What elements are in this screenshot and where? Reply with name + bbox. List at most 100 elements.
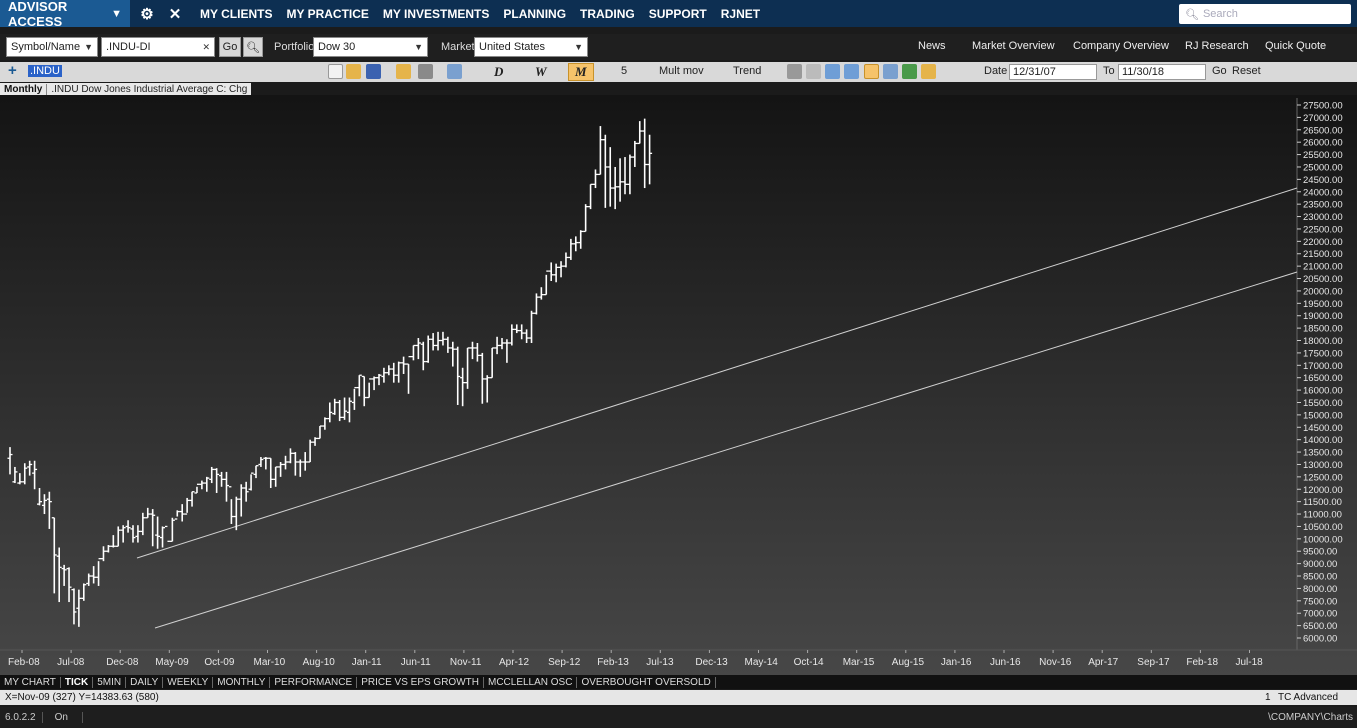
lookup-button[interactable]: 🔍︎ — [243, 37, 263, 57]
chart-area[interactable]: 6000.00 6500.00 7000.00 7500.00 8000.00 8500.… — [0, 95, 1357, 675]
trend-button[interactable]: Trend — [733, 65, 761, 77]
tab-daily[interactable]: DAILY — [126, 676, 164, 688]
symbol-input[interactable]: .INDU-DI ✕ — [101, 37, 215, 57]
ohlc-chart[interactable]: 6000.00 6500.007000.00 7500.008000.008500.… — [0, 95, 1357, 675]
x-tick-label: Jul-18 — [1236, 657, 1264, 668]
date-to-value: 11/30/18 — [1122, 66, 1165, 78]
tab-overbought-oversold[interactable]: OVERBOUGHT OVERSOLD — [577, 676, 716, 688]
x-tick-label: Jan-16 — [941, 657, 972, 668]
link-market-overview[interactable]: Market Overview — [972, 40, 1055, 52]
close-icon[interactable]: ✕ — [164, 5, 186, 23]
link-news[interactable]: News — [918, 40, 946, 52]
x-tick-label: Mar-10 — [254, 657, 286, 668]
y-tick-label: 6000.00 — [1303, 634, 1337, 645]
tab-weekly[interactable]: WEEKLY — [163, 676, 214, 688]
tab-mcclellan[interactable]: MCCLELLAN OSC — [484, 676, 578, 688]
period-daily-button[interactable]: D — [494, 64, 503, 80]
tab-price-vs-eps[interactable]: PRICE VS EPS GROWTH — [357, 676, 484, 688]
zoom-out-icon[interactable] — [844, 64, 859, 79]
nav-planning[interactable]: PLANNING — [503, 7, 566, 21]
portfolio-select[interactable]: Dow 30 ▼ — [313, 37, 428, 57]
x-tick-label: Feb-13 — [597, 657, 629, 668]
export-icon[interactable] — [902, 64, 917, 79]
settings-icon[interactable] — [921, 64, 936, 79]
nav-rjnet[interactable]: RJNET — [721, 7, 760, 21]
nav-my-investments[interactable]: MY INVESTMENTS — [383, 7, 489, 21]
x-tick-label: Dec-08 — [106, 657, 139, 668]
date-from-input[interactable]: 12/31/07 — [1009, 64, 1097, 80]
nav-support[interactable]: SUPPORT — [649, 7, 707, 21]
period-monthly-button[interactable]: M — [568, 63, 594, 81]
x-tick-label: Sep-12 — [548, 657, 581, 668]
y-tick-label: 27500.00 — [1303, 101, 1343, 112]
add-icon[interactable]: + — [8, 62, 17, 79]
nav-my-practice[interactable]: MY PRACTICE — [286, 7, 368, 21]
y-tick-label: 15500.00 — [1303, 398, 1343, 409]
cursor-status-bar: X=Nov-09 (327) Y=14383.63 (580) 1 TC Adv… — [0, 690, 1357, 705]
y-tick-label: 18000.00 — [1303, 336, 1343, 347]
zoom-in-icon[interactable] — [825, 64, 840, 79]
chevron-down-icon: ▼ — [414, 42, 423, 52]
date-go-button[interactable]: Go — [1212, 65, 1227, 77]
print-icon[interactable] — [418, 64, 433, 79]
y-tick-label: 12000.00 — [1303, 485, 1343, 496]
period-count[interactable]: 5 — [621, 65, 627, 77]
go-button[interactable]: Go — [219, 37, 241, 57]
draw-tool-icon[interactable] — [787, 64, 802, 79]
y-tick-label: 7500.00 — [1303, 596, 1337, 607]
search-icon: 🔍︎ — [246, 41, 260, 54]
tab-performance[interactable]: PERFORMANCE — [270, 676, 358, 688]
y-tick-label: 10500.00 — [1303, 522, 1343, 533]
open-folder-icon[interactable] — [346, 64, 361, 79]
portfolio-value: Dow 30 — [318, 41, 356, 53]
bar-chart-icon[interactable] — [864, 64, 879, 79]
save-icon[interactable] — [366, 64, 381, 79]
x-tick-label: Apr-12 — [499, 657, 529, 668]
y-tick-label: 26000.00 — [1303, 138, 1343, 149]
reset-button[interactable]: Reset — [1232, 65, 1261, 77]
tab-tick[interactable]: TICK — [61, 676, 94, 688]
symbol-toolbar: Symbol/Name ▼ .INDU-DI ✕ Go 🔍︎ Portfolio… — [0, 34, 1357, 60]
tab-monthly[interactable]: MONTHLY — [213, 676, 271, 688]
chart-period-label: Monthly — [4, 83, 43, 95]
x-tick-label: Apr-17 — [1088, 657, 1118, 668]
y-tick-label: 19000.00 — [1303, 311, 1343, 322]
y-tick-label: 17000.00 — [1303, 361, 1343, 372]
to-label: To — [1103, 65, 1115, 77]
market-select[interactable]: United States ▼ — [474, 37, 588, 57]
chart-toolbar: + .INDU D W M 5 Mult mov Trend Date 12/3… — [0, 62, 1357, 82]
y-tick-label: 16500.00 — [1303, 373, 1343, 384]
y-tick-label: 20500.00 — [1303, 274, 1343, 285]
y-tick-label: 24000.00 — [1303, 187, 1343, 198]
search-input[interactable]: 🔍︎ Search — [1179, 4, 1351, 24]
y-tick-label: 8000.00 — [1303, 584, 1337, 595]
new-chart-icon[interactable] — [328, 64, 343, 79]
period-weekly-button[interactable]: W — [535, 64, 547, 80]
y-tick-label: 6500.00 — [1303, 621, 1337, 632]
date-to-input[interactable]: 11/30/18 — [1118, 64, 1206, 80]
crosshair-icon[interactable] — [806, 64, 821, 79]
grid-icon[interactable] — [883, 64, 898, 79]
link-rj-research[interactable]: RJ Research — [1185, 40, 1249, 52]
nav-trading[interactable]: TRADING — [580, 7, 635, 21]
advisor-access-menu[interactable]: ADVISOR ACCESS ▼ — [0, 0, 130, 29]
link-company-overview[interactable]: Company Overview — [1073, 40, 1169, 52]
symbol-type-select[interactable]: Symbol/Name ▼ — [6, 37, 98, 57]
x-tick-label: Feb-08 — [8, 657, 40, 668]
tab-my-chart[interactable]: MY CHART — [0, 676, 61, 688]
y-tick-label: 15000.00 — [1303, 410, 1343, 421]
mult-mov-button[interactable]: Mult mov — [659, 65, 704, 77]
tab-5min[interactable]: 5MIN — [93, 676, 127, 688]
y-tick-label: 14500.00 — [1303, 423, 1343, 434]
chevron-down-icon: ▼ — [111, 7, 122, 20]
nav-my-clients[interactable]: MY CLIENTS — [200, 7, 272, 21]
copy-icon[interactable] — [447, 64, 462, 79]
clear-icon[interactable]: ✕ — [202, 42, 210, 53]
gear-icon[interactable]: ⚙ — [136, 5, 158, 23]
y-tick-label: 13000.00 — [1303, 460, 1343, 471]
folder-icon[interactable] — [396, 64, 411, 79]
link-quick-quote[interactable]: Quick Quote — [1265, 40, 1326, 52]
top-navigation-bar: ADVISOR ACCESS ▼ ⚙ ✕ MY CLIENTS MY PRACT… — [0, 0, 1357, 29]
symbol-chip[interactable]: .INDU — [28, 65, 62, 77]
x-tick-label: Aug-10 — [303, 657, 336, 668]
